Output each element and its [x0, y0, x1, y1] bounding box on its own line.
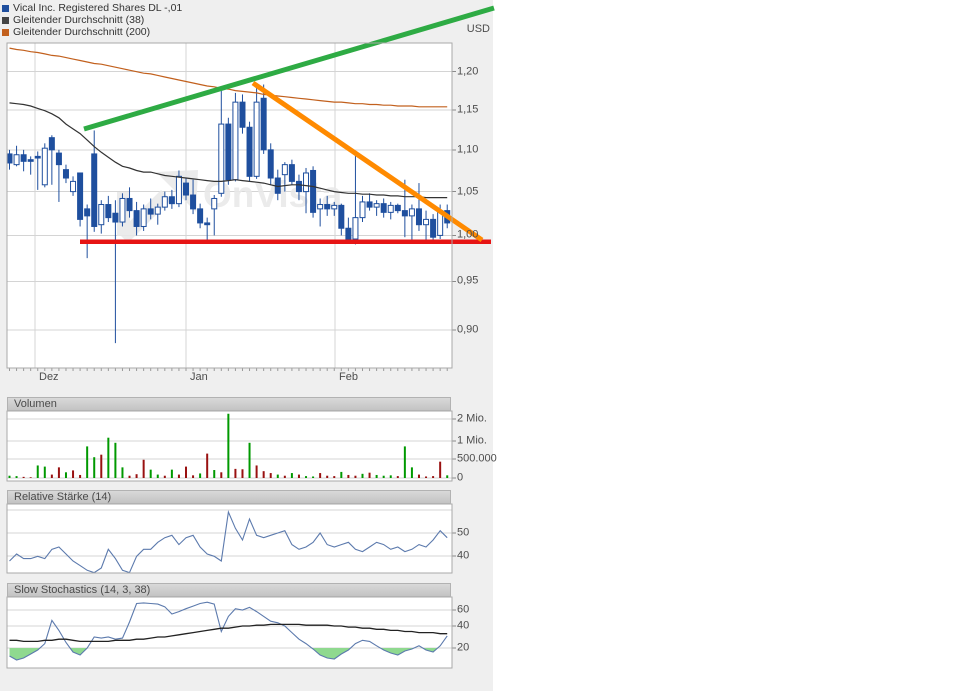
- legend-item-instrument: Vical Inc. Registered Shares DL -,01: [2, 2, 182, 14]
- legend-item-ma38: Gleitender Durchschnitt (38): [2, 14, 182, 26]
- rsi-panel-header: Relative Stärke (14): [7, 490, 451, 504]
- month-label: Feb: [339, 371, 358, 383]
- legend-item-ma200: Gleitender Durchschnitt (200): [2, 26, 182, 38]
- stoch-axis-label: 20: [457, 641, 470, 654]
- price-axis-label: 0,90: [457, 323, 479, 336]
- price-axis-label: 1,05: [457, 185, 479, 198]
- stoch-panel-header: Slow Stochastics (14, 3, 38): [7, 583, 451, 597]
- volume-axis-label: 500.000: [457, 452, 497, 465]
- legend-item-label: Vical Inc. Registered Shares DL -,01: [13, 2, 183, 14]
- price-axis-label: 1,00: [457, 228, 479, 241]
- instrument-swatch-icon: [2, 4, 9, 12]
- price-axis-label: 0,95: [457, 274, 479, 287]
- stoch-axis-label: 60: [457, 603, 470, 616]
- rsi-axis-label: 40: [457, 549, 470, 562]
- volume-axis-label: 2 Mio.: [457, 412, 487, 425]
- volume-axis-label: 0: [457, 471, 464, 484]
- legend-item-label: Gleitender Durchschnitt (200): [13, 26, 151, 38]
- legend-item-label: Gleitender Durchschnitt (38): [13, 14, 145, 26]
- chart-legend: Vical Inc. Registered Shares DL -,01 Gle…: [2, 2, 182, 38]
- stoch-axis-label: 40: [457, 619, 470, 632]
- volume-axis-label: 1 Mio.: [457, 434, 487, 447]
- ma200-swatch-icon: [2, 28, 9, 36]
- ma38-swatch-icon: [2, 16, 9, 24]
- currency-axis-label: USD: [466, 23, 490, 35]
- month-label: Dez: [39, 371, 59, 383]
- rsi-axis-label: 50: [457, 526, 470, 539]
- price-axis-label: 1,15: [457, 103, 479, 116]
- volume-panel-header: Volumen: [7, 397, 451, 411]
- month-label: Jan: [190, 371, 208, 383]
- price-axis-label: 1,10: [457, 143, 479, 156]
- price-axis-label: 1,20: [457, 65, 479, 78]
- chart-page: OnVista Vical Inc. Registered Shares DL …: [0, 0, 960, 691]
